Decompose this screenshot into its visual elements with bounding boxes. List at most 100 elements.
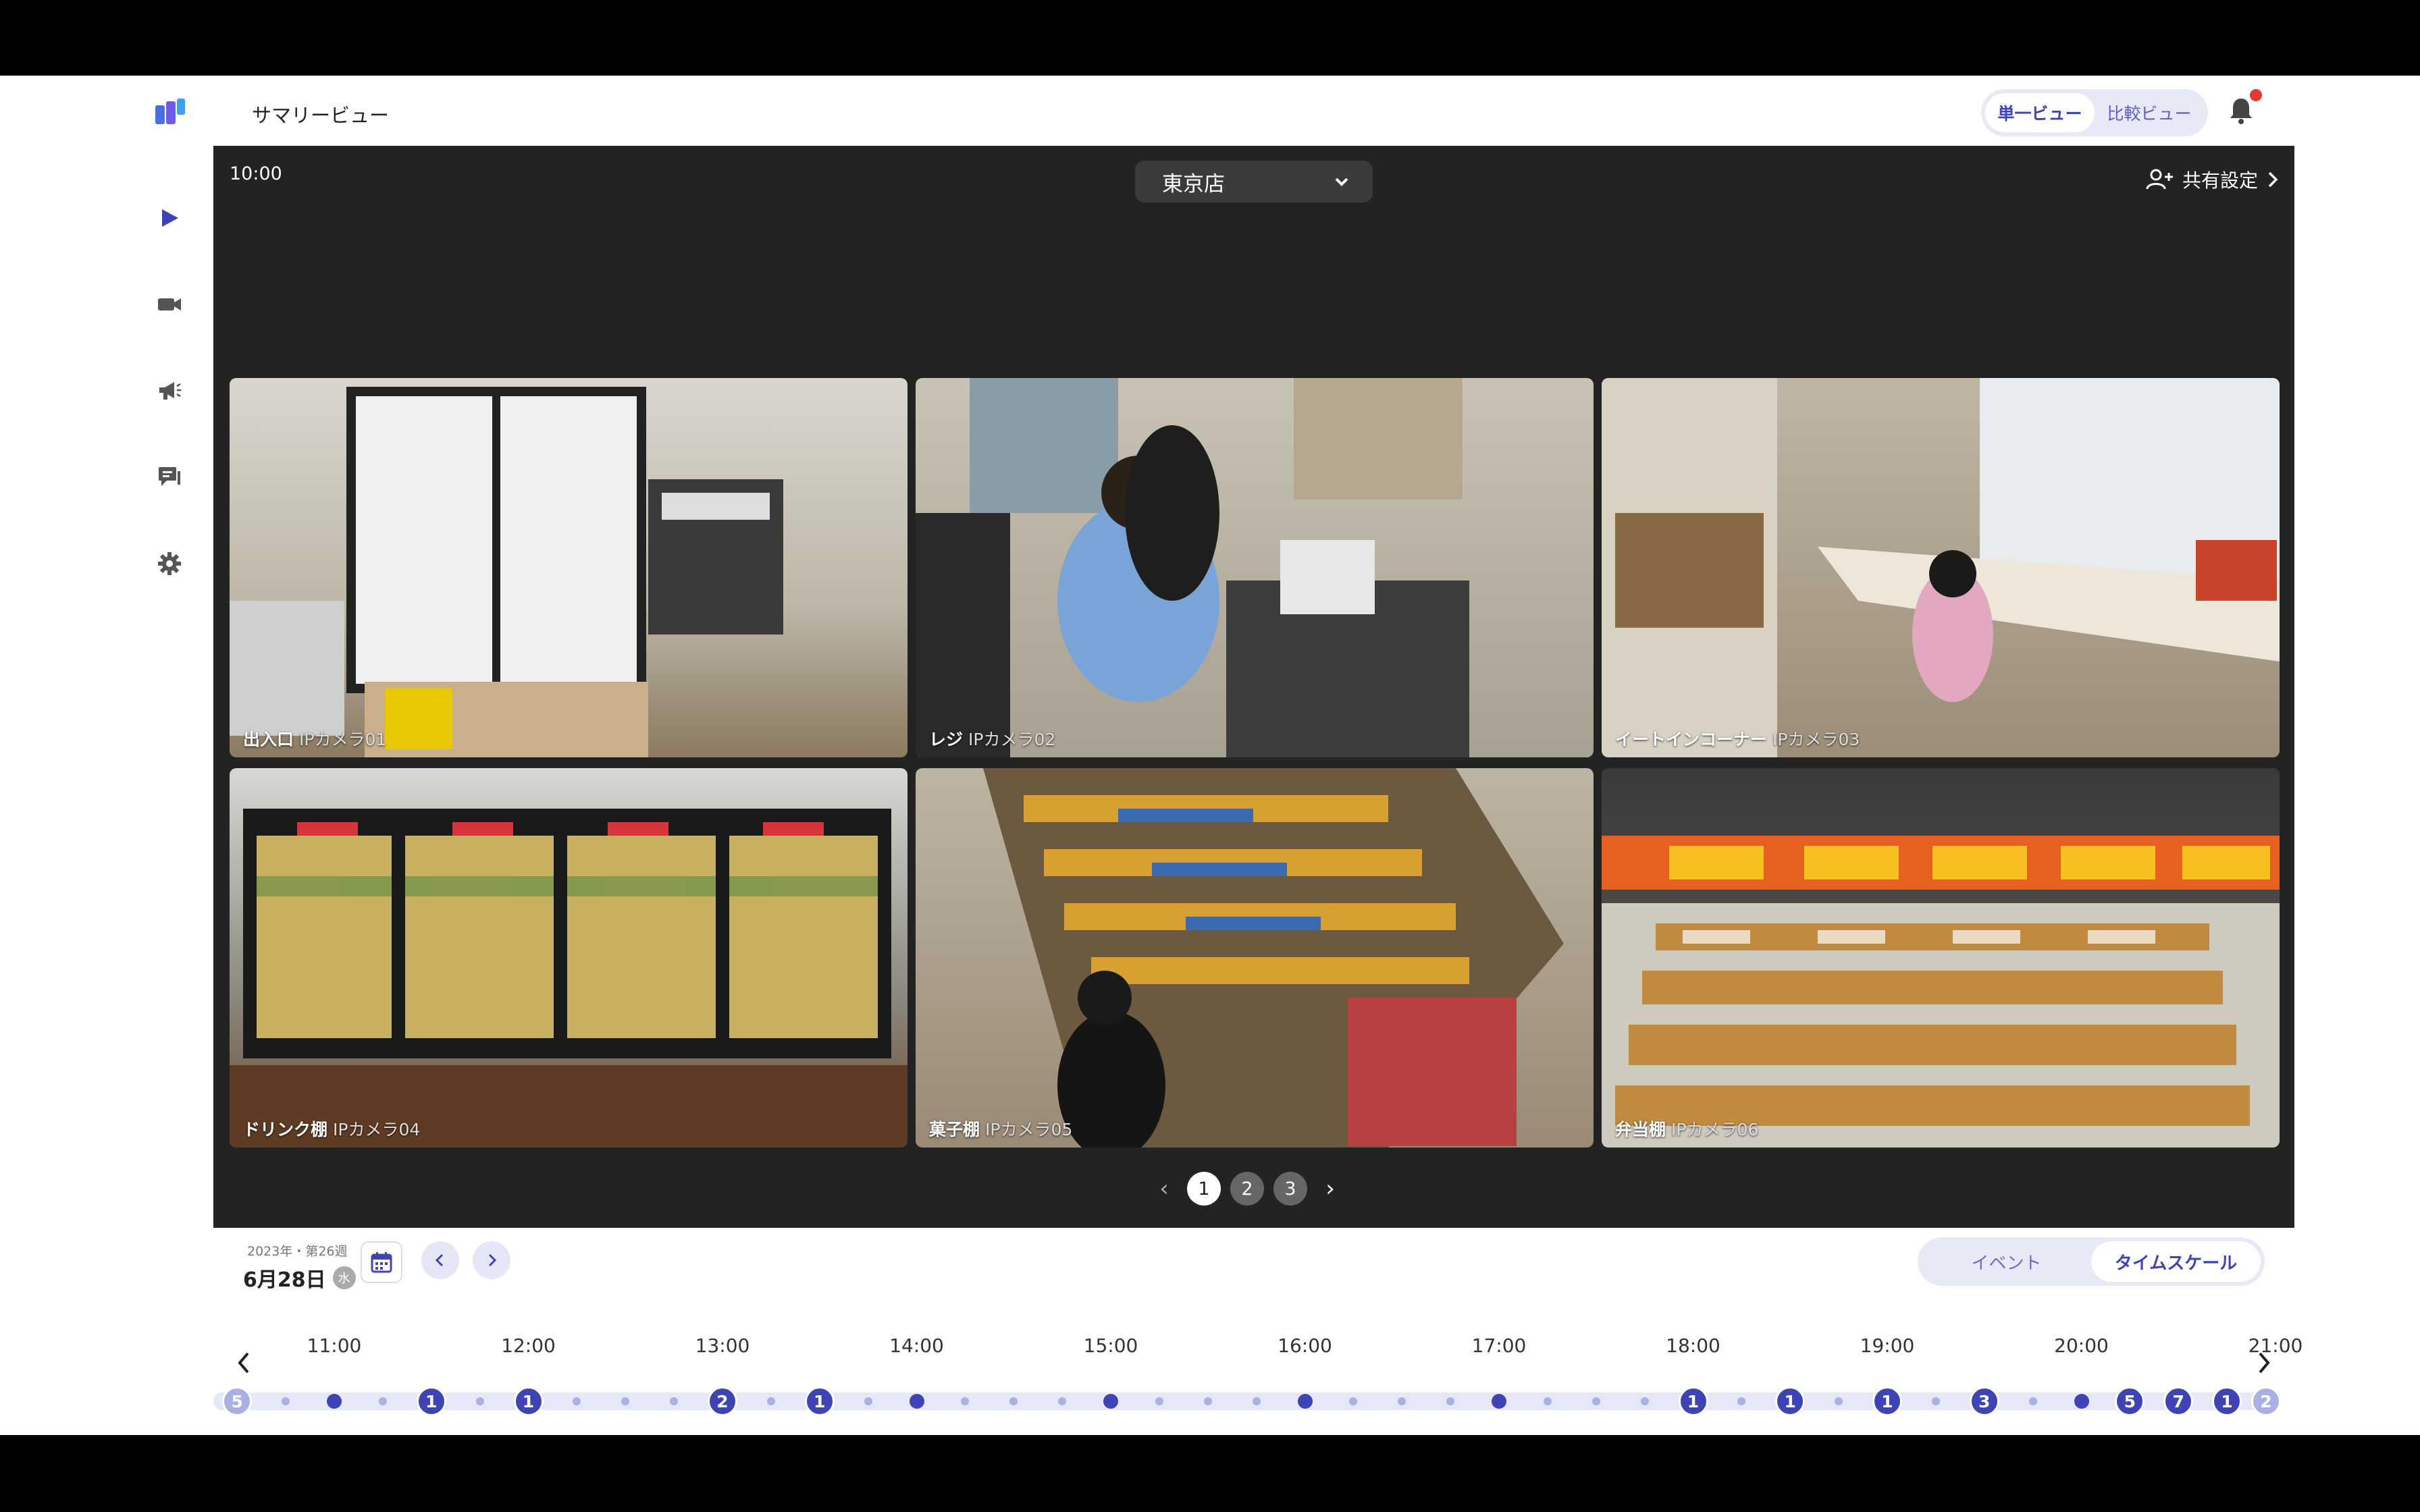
- chevron-right-icon: [2268, 171, 2278, 188]
- timeline-hour-label: 19:00: [1860, 1334, 1915, 1357]
- megaphone-icon: [159, 382, 181, 400]
- timeline-tick-dot: [2028, 1397, 2037, 1405]
- play-icon: [162, 209, 178, 227]
- timeline-event-count[interactable]: 1: [513, 1386, 544, 1416]
- camera-pagination: ‹ 1 2 3 ›: [1151, 1172, 1344, 1206]
- app-logo-icon[interactable]: [154, 99, 186, 128]
- prev-page-button[interactable]: ‹: [1151, 1172, 1178, 1206]
- prev-day-button[interactable]: [421, 1241, 459, 1279]
- camera-caption: 弁当棚 IPカメラ06: [1615, 1120, 1759, 1139]
- timescale-mode-button[interactable]: タイムスケール: [2091, 1241, 2261, 1282]
- timeline-event-dot[interactable]: [1492, 1394, 1506, 1409]
- sidebar-item-playback[interactable]: [154, 202, 185, 234]
- page-3-button[interactable]: 3: [1273, 1172, 1307, 1206]
- timeline-tick-dot: [1931, 1397, 1940, 1405]
- event-mode-button[interactable]: イベント: [1922, 1241, 2091, 1282]
- camera-tile-04[interactable]: ドリンク棚 IPカメラ04: [230, 768, 908, 1148]
- next-day-button[interactable]: [473, 1241, 510, 1279]
- camera-caption: ドリンク棚 IPカメラ04: [243, 1120, 421, 1139]
- timeline-tick-dot: [573, 1397, 581, 1405]
- timeline-hour-label: 16:00: [1278, 1334, 1332, 1357]
- share-settings-label: 共有設定: [2182, 169, 2258, 192]
- share-settings-button[interactable]: 共有設定: [2146, 161, 2280, 198]
- timeline-event-dot[interactable]: [909, 1394, 924, 1409]
- date-label: 6月28日 水: [243, 1263, 356, 1293]
- camera-tile-03[interactable]: イートインコーナー IPカメラ03: [1602, 378, 2280, 757]
- chevron-left-icon: [238, 1352, 249, 1374]
- page-title: サマリービュー: [252, 104, 390, 127]
- compare-view-button[interactable]: 比較ビュー: [2095, 93, 2204, 132]
- timeline-event-count[interactable]: 1: [416, 1386, 446, 1416]
- sidebar-item-messages[interactable]: [154, 462, 185, 493]
- camera-panel: 10:00 東京店 共有設定 出入口 IPカメラ01 レジ IPカメラ02 イー…: [213, 146, 2294, 1228]
- timeline-hour-label: 21:00: [2248, 1334, 2303, 1357]
- camera-tile-06[interactable]: 弁当棚 IPカメラ06: [1602, 768, 2280, 1148]
- timeline-tick-dot: [475, 1397, 484, 1405]
- camera-caption: 出入口 IPカメラ01: [243, 730, 387, 749]
- calendar-button[interactable]: [361, 1241, 402, 1283]
- sidebar: [0, 146, 213, 1293]
- timeline-bar: 2023年・第26週 6月28日 水 イベント タイムスケール 11:00 12…: [213, 1228, 2303, 1435]
- camera-tile-05[interactable]: 菓子棚 IPカメラ05: [916, 768, 1594, 1148]
- next-page-button[interactable]: ›: [1317, 1172, 1344, 1206]
- camera-caption: レジ IPカメラ02: [929, 730, 1056, 749]
- chevron-left-icon: [435, 1253, 444, 1267]
- timeline-event-dot[interactable]: [327, 1394, 342, 1409]
- timeline-tick-dot: [1155, 1397, 1163, 1405]
- weekday-badge: 水: [332, 1266, 356, 1289]
- camera-feed-05: [983, 768, 1564, 1148]
- timeline-tick-dot: [1543, 1397, 1552, 1405]
- timeline-event-count[interactable]: 1: [804, 1386, 835, 1416]
- app-window: サマリービュー 単一ビュー 比較ビュー 10:00 東京店 共有設定 出入口 I…: [0, 76, 2420, 1435]
- timeline-event-count[interactable]: 1: [1678, 1386, 1708, 1416]
- chevron-down-icon: [1335, 178, 1348, 186]
- sidebar-item-announcements[interactable]: [154, 375, 185, 406]
- camera-tile-02[interactable]: レジ IPカメラ02: [916, 378, 1594, 757]
- store-select[interactable]: 東京店: [1135, 161, 1373, 202]
- timeline-tick-dot: [1446, 1397, 1455, 1405]
- sidebar-item-settings[interactable]: [154, 548, 185, 579]
- timeline-event-dot[interactable]: [1103, 1394, 1118, 1409]
- timeline-event-count[interactable]: 5: [2115, 1386, 2145, 1416]
- camera-grid: 出入口 IPカメラ01 レジ IPカメラ02 イートインコーナー IPカメラ03: [230, 378, 2280, 760]
- timeline-hour-label: 11:00: [307, 1334, 362, 1357]
- page-1-button[interactable]: 1: [1187, 1172, 1221, 1206]
- timeline-tick-dot: [1252, 1397, 1261, 1405]
- camera-feed-03: [1602, 378, 2280, 757]
- timeline-tick-dot: [1058, 1397, 1067, 1405]
- timeline-tick-dot: [1203, 1397, 1212, 1405]
- timeline-event-count[interactable]: 2: [708, 1386, 737, 1416]
- add-user-icon: [2146, 169, 2173, 190]
- timeline-hour-label: 20:00: [2054, 1334, 2109, 1357]
- timeline-tick-dot: [1592, 1397, 1600, 1405]
- timeline-tick-dot: [670, 1397, 679, 1405]
- timeline-hour-label: 18:00: [1666, 1334, 1720, 1357]
- week-label: 2023年・第26週: [247, 1244, 348, 1259]
- timeline-hour-label: 12:00: [501, 1334, 556, 1357]
- timeline-hour-label: 15:00: [1083, 1334, 1138, 1357]
- timeline-event-count[interactable]: 7: [2163, 1386, 2194, 1416]
- timeline-tick-dot: [1640, 1397, 1649, 1405]
- single-view-button[interactable]: 単一ビュー: [1985, 93, 2095, 132]
- timeline-tick-dot: [1398, 1397, 1406, 1405]
- timeline-hour-label: 17:00: [1471, 1334, 1527, 1357]
- timeline-event-count[interactable]: 3: [1969, 1386, 1999, 1416]
- mode-toggle: イベント タイムスケール: [1918, 1237, 2265, 1286]
- notification-bell-icon[interactable]: [2228, 96, 2254, 126]
- chevron-right-icon: [488, 1253, 497, 1267]
- timeline-event-dot[interactable]: [1297, 1394, 1313, 1409]
- sidebar-item-cameras[interactable]: [154, 289, 185, 320]
- page-2-button[interactable]: 2: [1230, 1172, 1264, 1206]
- timeline-tick-dot: [1349, 1397, 1358, 1405]
- timeline-tick-dot: [1009, 1397, 1018, 1405]
- timeline-tick-dot: [282, 1397, 290, 1405]
- timeline-prev-button[interactable]: [231, 1349, 258, 1376]
- timeline-event-count[interactable]: 1: [1775, 1386, 1806, 1416]
- timeline-event-count[interactable]: 1: [1872, 1386, 1902, 1416]
- timeline-event-count[interactable]: 1: [2212, 1386, 2242, 1416]
- timeline-tick-dot: [1737, 1397, 1746, 1405]
- timeline-event-dot[interactable]: [2074, 1394, 2089, 1409]
- timeline-event-count[interactable]: 2: [2251, 1386, 2281, 1416]
- timeline-event-count[interactable]: 5: [222, 1386, 253, 1416]
- camera-tile-01[interactable]: 出入口 IPカメラ01: [230, 378, 908, 757]
